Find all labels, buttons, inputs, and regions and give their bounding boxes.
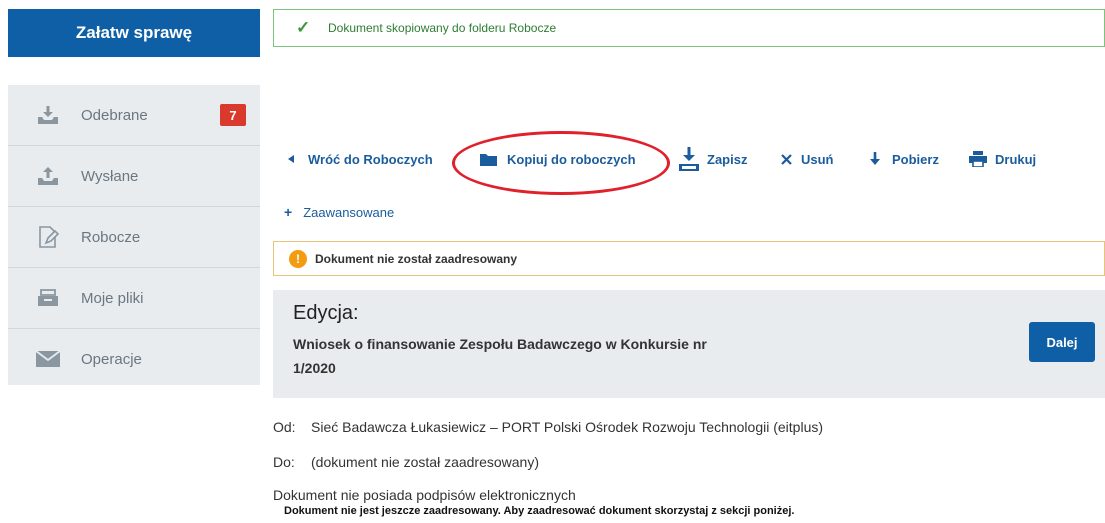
sidebar-item-sent[interactable]: Wysłane — [8, 146, 260, 207]
toolbar-label: Drukuj — [995, 151, 1037, 167]
envelope-icon — [35, 347, 61, 371]
warning-notification: ! Dokument nie został zaadresowany — [273, 241, 1105, 276]
sender-row: Od: Sieć Badawcza Łukasiewicz – PORT Pols… — [273, 419, 823, 435]
advanced-label: Zaawansowane — [303, 204, 395, 220]
from-value: Sieć Badawcza Łukasiewicz – PORT Polski … — [311, 419, 824, 435]
sidebar-item-label: Odebrane — [81, 106, 148, 124]
toolbar-label: Pobierz — [892, 151, 939, 167]
sidebar-item-label: Wysłane — [81, 167, 139, 185]
document-toolbar: Wróć do Roboczych Kopiuj do roboczych Za… — [273, 146, 1105, 172]
outbox-upload-icon — [35, 164, 61, 188]
to-value: (dokument nie został zaadresowany) — [311, 454, 540, 470]
toolbar-label: Usuń — [801, 151, 834, 167]
exclamation-icon: ! — [289, 249, 307, 268]
toolbar-label: Zapisz — [707, 151, 748, 167]
plus-icon: + — [284, 204, 293, 220]
advanced-toggle[interactable]: + Zaawansowane — [284, 204, 394, 220]
sidebar-item-drafts[interactable]: Robocze — [8, 207, 260, 268]
printer-icon — [969, 151, 987, 167]
success-message: Dokument skopiowany do folderu Robocze — [328, 21, 557, 35]
signatures-status: Dokument nie posiada podpisów elektronic… — [273, 487, 576, 503]
copy-to-drafts-button[interactable]: Kopiuj do roboczych — [480, 146, 636, 172]
edit-panel: Edycja: Wniosek o finansowanie Zespołu B… — [273, 290, 1105, 398]
sidebar-menu: Odebrane 7 Wysłane Robocze Moje pliki Op… — [8, 85, 260, 385]
sidebar-item-operations[interactable]: Operacje — [8, 329, 260, 389]
sidebar-item-label: Operacje — [81, 350, 142, 368]
sidebar-item-received[interactable]: Odebrane 7 — [8, 85, 260, 146]
next-button[interactable]: Dalej — [1029, 322, 1095, 362]
unread-count-badge: 7 — [220, 104, 246, 126]
sidebar-item-label: Robocze — [81, 228, 141, 246]
close-x-icon — [781, 153, 792, 165]
print-button[interactable]: Drukuj — [969, 146, 1036, 172]
recipient-row: Do: (dokument nie został zaadresowany) — [273, 454, 539, 470]
toolbar-label: Kopiuj do roboczych — [507, 151, 636, 167]
download-button[interactable]: Pobierz — [870, 146, 939, 172]
delete-button[interactable]: Usuń — [781, 146, 834, 172]
document-title: Wniosek o finansowanie Zespołu Badawczeg… — [293, 336, 707, 376]
from-label: Od: — [273, 419, 296, 435]
back-to-drafts-link[interactable]: Wróć do Roboczych — [288, 146, 433, 172]
sidebar-item-label: Moje pliki — [81, 289, 144, 307]
arrow-down-icon — [870, 152, 880, 166]
sidebar-item-my-files[interactable]: Moje pliki — [8, 268, 260, 329]
to-label: Do: — [273, 454, 295, 470]
save-button[interactable]: Zapisz — [678, 146, 747, 172]
edit-heading: Edycja: — [293, 302, 359, 324]
draft-edit-icon — [35, 225, 61, 249]
take-care-of-matter-button[interactable]: Załatw sprawę — [8, 9, 260, 57]
success-notification: ✓ Dokument skopiowany do folderu Robocze — [273, 9, 1105, 47]
address-note: Dokument nie jest jeszcze zaadresowany. … — [284, 505, 795, 517]
file-drawer-icon — [35, 286, 61, 310]
inbox-download-icon — [35, 103, 61, 127]
checkmark-icon: ✓ — [296, 18, 311, 37]
triangle-left-icon — [288, 155, 294, 163]
warning-message: Dokument nie został zaadresowany — [315, 251, 518, 266]
folder-icon — [480, 153, 497, 166]
save-download-icon — [678, 146, 700, 172]
toolbar-label: Wróć do Roboczych — [308, 151, 433, 167]
